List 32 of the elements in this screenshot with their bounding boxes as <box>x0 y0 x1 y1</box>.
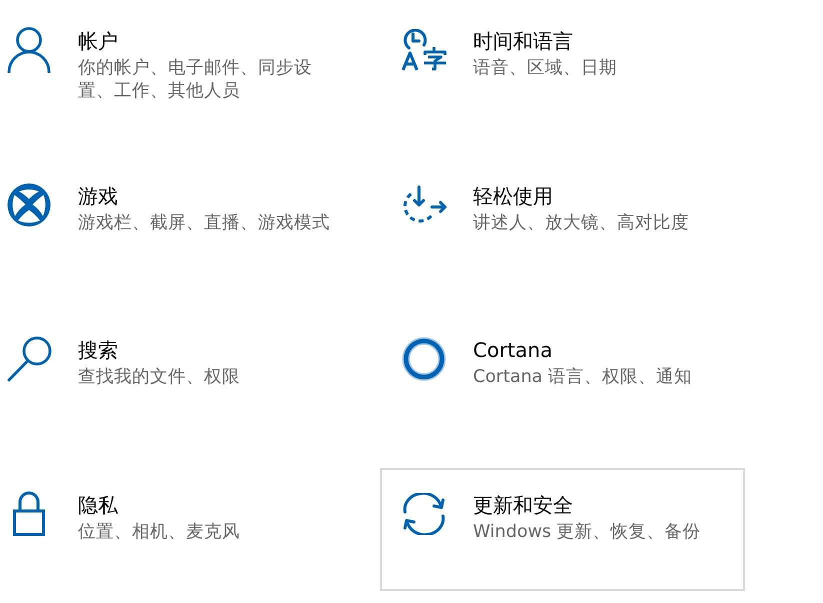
settings-category-tile[interactable]: 隐私 位置、相机、麦克风 <box>0 468 350 590</box>
category-description: 你的帐户、电子邮件、同步设置、工作、其他人员 <box>78 57 313 103</box>
category-description: Cortana 语言、权限、通知 <box>473 366 694 389</box>
search-icon <box>6 336 52 382</box>
settings-category-tile[interactable]: 更新和安全 Windows 更新、恢复、备份 <box>380 468 745 590</box>
category-title: Cortana <box>473 337 554 363</box>
category-title: 时间和语言 <box>473 28 574 54</box>
category-description: 讲述人、放大镜、高对比度 <box>473 212 690 234</box>
settings-category-tile[interactable]: 轻松使用 讲述人、放大镜、高对比度 <box>380 158 745 282</box>
ring-icon <box>402 337 446 381</box>
category-description: 游戏栏、截屏、直播、游戏模式 <box>78 212 331 234</box>
category-title: 更新和安全 <box>473 492 574 518</box>
refresh-icon <box>401 492 447 534</box>
category-description: 查找我的文件、权限 <box>78 366 241 389</box>
settings-category-tile[interactable]: Cortana Cortana 语言、权限、通知 <box>380 313 745 436</box>
category-title: 帐户 <box>78 28 119 54</box>
category-description: Windows 更新、恢复、备份 <box>473 520 702 544</box>
category-title: 轻松使用 <box>473 182 554 208</box>
clock-letters-icon <box>401 29 447 71</box>
lock-icon <box>13 491 45 536</box>
category-title: 游戏 <box>78 182 119 208</box>
settings-category-tile[interactable]: 帐户 你的帐户、电子邮件、同步设置、工作、其他人员 <box>0 4 350 127</box>
dashed-circle-arrow-icon <box>401 184 447 224</box>
category-description: 位置、相机、麦克风 <box>78 520 241 544</box>
settings-category-tile[interactable]: 游戏 游戏栏、截屏、直播、游戏模式 <box>0 158 350 282</box>
settings-category-tile[interactable]: 搜索 查找我的文件、权限 <box>0 313 350 436</box>
category-title: 搜索 <box>78 337 119 363</box>
x-circle-icon <box>7 182 51 226</box>
person-icon <box>7 27 51 73</box>
settings-category-tile[interactable]: 时间和语言 语音、区域、日期 <box>380 4 745 127</box>
category-description: 语音、区域、日期 <box>473 57 618 80</box>
category-title: 隐私 <box>78 492 119 518</box>
